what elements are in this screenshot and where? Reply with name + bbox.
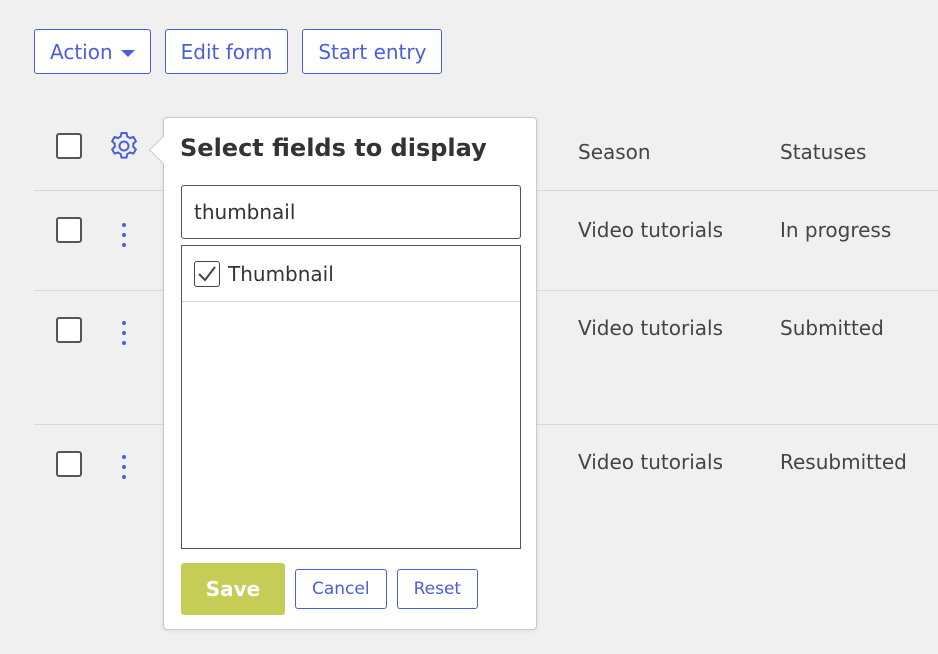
- edit-form-button[interactable]: Edit form: [164, 29, 289, 74]
- start-entry-button[interactable]: Start entry: [302, 29, 443, 74]
- cell-status: In progress: [780, 218, 892, 242]
- action-dropdown-button[interactable]: Action: [34, 29, 151, 74]
- field-selector-popover: Select fields to display Thumbnail Save …: [148, 117, 537, 630]
- column-header-statuses[interactable]: Statuses: [780, 140, 866, 164]
- save-button[interactable]: Save: [181, 563, 285, 615]
- page: Action Edit form Start entry Season Stat…: [0, 0, 938, 654]
- gear-icon[interactable]: [108, 130, 140, 162]
- toolbar: Action Edit form Start entry: [34, 29, 443, 74]
- select-all-checkbox[interactable]: [56, 133, 82, 159]
- popover-actions: Save Cancel Reset: [181, 563, 479, 615]
- column-header-season[interactable]: Season: [578, 140, 651, 164]
- reset-button[interactable]: Reset: [396, 569, 479, 609]
- cancel-button[interactable]: Cancel: [295, 569, 387, 609]
- checkmark-icon: [198, 265, 216, 282]
- row-checkbox[interactable]: [56, 451, 82, 477]
- cell-status: Submitted: [780, 316, 884, 340]
- field-list: Thumbnail: [181, 245, 521, 549]
- action-label: Action: [50, 39, 113, 64]
- row-menu-icon[interactable]: [119, 223, 129, 247]
- field-checkbox[interactable]: [194, 260, 220, 287]
- row-checkbox[interactable]: [56, 317, 82, 343]
- cell-status: Resubmitted: [780, 450, 907, 474]
- field-option-thumbnail[interactable]: Thumbnail: [182, 246, 520, 302]
- row-menu-icon[interactable]: [119, 455, 129, 479]
- field-option-label: Thumbnail: [228, 261, 334, 286]
- caret-down-icon: [120, 49, 135, 57]
- field-search-input[interactable]: [181, 185, 521, 239]
- row-menu-icon[interactable]: [119, 321, 129, 345]
- popover-arrow: [148, 135, 178, 165]
- cell-season: Video tutorials: [578, 450, 723, 474]
- cell-season: Video tutorials: [578, 218, 723, 242]
- cell-season: Video tutorials: [578, 316, 723, 340]
- row-checkbox[interactable]: [56, 217, 82, 243]
- popover-title: Select fields to display: [180, 134, 487, 162]
